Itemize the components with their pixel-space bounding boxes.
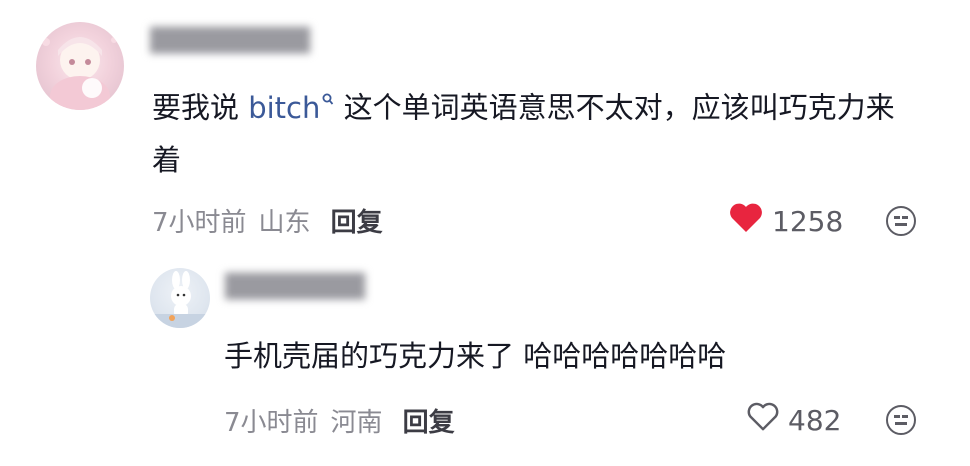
heart-outline-icon — [746, 402, 780, 439]
like-button[interactable]: 482 — [746, 402, 841, 439]
search-icon — [322, 76, 334, 128]
avatar-illustration-icon — [42, 37, 117, 110]
reply-button[interactable]: 回复 — [331, 208, 383, 238]
timestamp: 7小时前 — [152, 208, 247, 238]
timestamp: 7小时前 — [224, 408, 319, 438]
username[interactable]: ▇▇▇▇▇▇▇▇ — [150, 24, 430, 56]
heart-filled-icon — [728, 202, 764, 241]
avatar[interactable] — [36, 22, 124, 110]
comment-text-part: 要我说 — [152, 90, 249, 125]
location: 河南 — [330, 408, 383, 438]
search-keyword-label: bitch — [248, 90, 321, 125]
neutral-face-icon[interactable] — [886, 206, 916, 236]
reply-text: 手机壳届的巧克力来了 哈哈哈哈哈哈哈 — [224, 339, 727, 373]
like-button[interactable]: 1258 — [728, 202, 843, 241]
avatar-illustration-icon — [150, 271, 210, 328]
avatar[interactable] — [150, 268, 210, 328]
comment-meta: 7小时前 山东 回复 — [152, 202, 383, 239]
neutral-face-icon[interactable] — [886, 405, 916, 435]
username[interactable]: ▇▇▇▇▇▇▇ — [225, 270, 465, 302]
like-count: 1258 — [772, 205, 844, 238]
search-keyword-link[interactable]: bitch — [248, 91, 334, 125]
reply-button[interactable]: 回复 — [403, 408, 455, 438]
like-count: 482 — [788, 404, 842, 437]
reply-meta: 7小时前 河南 回复 — [224, 402, 455, 439]
location: 山东 — [258, 208, 311, 238]
comment-text: 要我说 bitch 这个单词英语意思不太对，应该叫巧克力来着 — [152, 76, 922, 186]
